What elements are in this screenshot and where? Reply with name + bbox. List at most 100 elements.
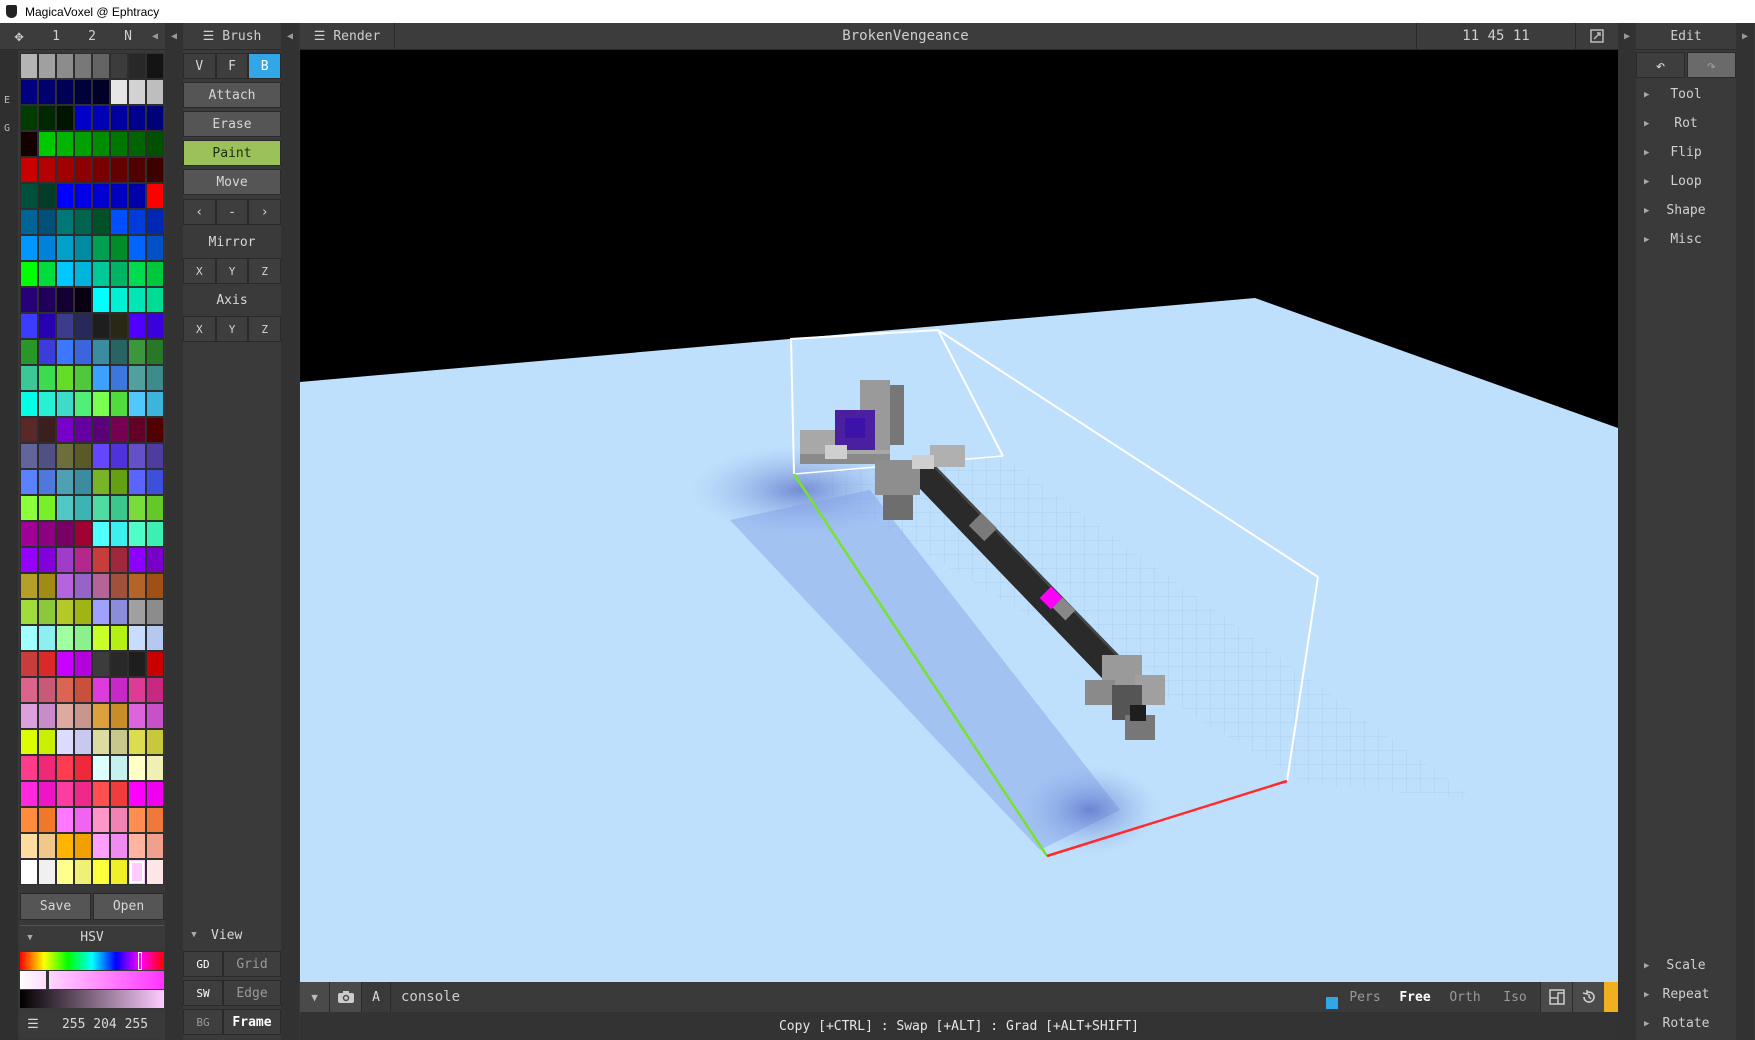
view-bg-button[interactable]: BG bbox=[183, 1009, 223, 1035]
palette-swatch[interactable] bbox=[110, 313, 128, 339]
palette-swatch[interactable] bbox=[20, 339, 38, 365]
palette-swatch[interactable] bbox=[110, 469, 128, 495]
brush-mode-v[interactable]: V bbox=[183, 53, 216, 79]
palette-swatch[interactable] bbox=[20, 313, 38, 339]
voxel-scene[interactable] bbox=[300, 50, 1618, 982]
bottom-collapse-icon[interactable]: ▼ bbox=[300, 982, 330, 1012]
palette-swatch[interactable] bbox=[110, 417, 128, 443]
palette-swatch[interactable] bbox=[20, 183, 38, 209]
palette-swatch[interactable] bbox=[110, 859, 128, 885]
palette-swatch[interactable] bbox=[56, 859, 74, 885]
palette-swatch[interactable] bbox=[146, 625, 164, 651]
palette-swatch[interactable] bbox=[110, 625, 128, 651]
palette-swatch[interactable] bbox=[110, 573, 128, 599]
palette-swatch[interactable] bbox=[56, 391, 74, 417]
palette-swatch[interactable] bbox=[38, 859, 56, 885]
palette-swatch[interactable] bbox=[92, 391, 110, 417]
palette-swatch[interactable] bbox=[20, 235, 38, 261]
palette-swatch[interactable] bbox=[128, 469, 146, 495]
camera-mode-orth[interactable]: Orth bbox=[1440, 990, 1490, 1005]
palette-swatch[interactable] bbox=[56, 547, 74, 573]
palette-swatch[interactable] bbox=[146, 365, 164, 391]
palette-swatch[interactable] bbox=[20, 417, 38, 443]
palette-swatch[interactable] bbox=[74, 469, 92, 495]
auto-button[interactable]: A bbox=[362, 982, 390, 1012]
palette-swatch[interactable] bbox=[146, 183, 164, 209]
palette-swatch[interactable] bbox=[74, 547, 92, 573]
axis-y-button[interactable]: Y bbox=[215, 316, 249, 342]
palette-swatch[interactable] bbox=[38, 755, 56, 781]
palette-swatch[interactable] bbox=[38, 599, 56, 625]
render-status-swatch[interactable] bbox=[1604, 982, 1618, 1012]
render-viewport[interactable] bbox=[300, 50, 1618, 982]
palette-swatch[interactable] bbox=[146, 287, 164, 313]
palette-swatch[interactable] bbox=[128, 599, 146, 625]
palette-swatch[interactable] bbox=[38, 469, 56, 495]
palette-swatch[interactable] bbox=[20, 729, 38, 755]
save-button[interactable]: Save bbox=[20, 893, 91, 920]
erase-button[interactable]: Erase bbox=[183, 111, 281, 137]
palette-swatch[interactable] bbox=[128, 391, 146, 417]
edit-menu-misc[interactable]: ▶ Misc bbox=[1636, 225, 1736, 254]
palette-swatch[interactable] bbox=[128, 521, 146, 547]
palette-swatch[interactable] bbox=[74, 53, 92, 79]
palette-swatch[interactable] bbox=[128, 703, 146, 729]
palette-swatch[interactable] bbox=[92, 625, 110, 651]
palette-swatch[interactable] bbox=[92, 599, 110, 625]
palette-swatch[interactable] bbox=[56, 781, 74, 807]
view-edge-toggle[interactable]: Edge bbox=[223, 980, 281, 1006]
palette-swatch[interactable] bbox=[38, 495, 56, 521]
brush-prev-button[interactable]: ‹ bbox=[183, 199, 216, 225]
palette-swatch[interactable] bbox=[20, 209, 38, 235]
palette-swatch[interactable] bbox=[20, 833, 38, 859]
edit-title[interactable]: Edit bbox=[1636, 23, 1736, 50]
palette-swatch[interactable] bbox=[38, 625, 56, 651]
edit-menu-loop[interactable]: ▶ Loop bbox=[1636, 167, 1736, 196]
palette-swatch[interactable] bbox=[38, 365, 56, 391]
palette-swatch[interactable] bbox=[20, 105, 38, 131]
palette-swatch[interactable] bbox=[146, 79, 164, 105]
palette-swatch[interactable] bbox=[74, 495, 92, 521]
palette-swatch[interactable] bbox=[146, 521, 164, 547]
palette-swatch[interactable] bbox=[110, 495, 128, 521]
palette-swatch[interactable] bbox=[74, 833, 92, 859]
palette-swatch[interactable] bbox=[74, 781, 92, 807]
palette-swatch[interactable] bbox=[146, 105, 164, 131]
palette-swatch[interactable] bbox=[146, 339, 164, 365]
palette-swatch[interactable] bbox=[20, 287, 38, 313]
palette-swatch[interactable] bbox=[20, 755, 38, 781]
palette-swatch[interactable] bbox=[74, 703, 92, 729]
palette-swatch[interactable] bbox=[74, 677, 92, 703]
palette-swatch[interactable] bbox=[146, 131, 164, 157]
palette-swatch[interactable] bbox=[110, 131, 128, 157]
camera-icon[interactable] bbox=[330, 982, 362, 1012]
palette-swatch[interactable] bbox=[74, 235, 92, 261]
palette-swatch[interactable] bbox=[92, 859, 110, 885]
palette-swatch[interactable] bbox=[128, 183, 146, 209]
palette-swatch[interactable] bbox=[92, 79, 110, 105]
palette-swatch[interactable] bbox=[74, 573, 92, 599]
mirror-y-button[interactable]: Y bbox=[215, 258, 249, 284]
palette-swatch[interactable] bbox=[146, 261, 164, 287]
palette-swatch[interactable] bbox=[128, 209, 146, 235]
palette-swatch[interactable] bbox=[20, 521, 38, 547]
palette-swatch[interactable] bbox=[110, 339, 128, 365]
render-tab[interactable]: ☰ Render bbox=[300, 22, 395, 50]
palette-swatch[interactable] bbox=[110, 105, 128, 131]
palette-swatch[interactable] bbox=[74, 599, 92, 625]
reset-camera-icon[interactable] bbox=[1572, 982, 1604, 1012]
collapse-edit-icon[interactable]: ▶ bbox=[1736, 23, 1754, 50]
palette-swatch[interactable] bbox=[74, 859, 92, 885]
undo-icon[interactable]: ↶ bbox=[1636, 52, 1685, 78]
attach-button[interactable]: Attach bbox=[183, 82, 281, 108]
palette-swatch[interactable] bbox=[20, 573, 38, 599]
palette-swatch[interactable] bbox=[110, 677, 128, 703]
palette-swatch[interactable] bbox=[74, 391, 92, 417]
palette-swatch[interactable] bbox=[74, 807, 92, 833]
palette-swatch[interactable] bbox=[20, 703, 38, 729]
palette-swatch[interactable] bbox=[128, 807, 146, 833]
edit-menu-shape[interactable]: ▶ Shape bbox=[1636, 196, 1736, 225]
palette-swatch[interactable] bbox=[56, 807, 74, 833]
palette-swatch[interactable] bbox=[20, 79, 38, 105]
palette-swatch[interactable] bbox=[128, 443, 146, 469]
